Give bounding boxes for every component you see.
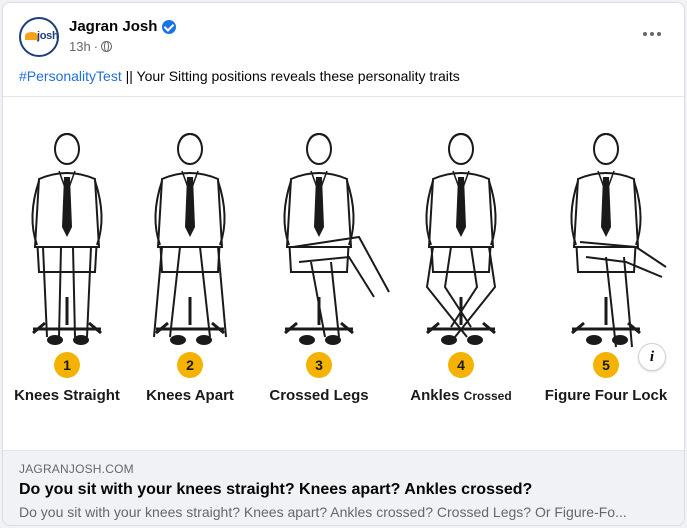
post-meta: 13h · — [69, 39, 113, 54]
position-label-main: Crossed Legs — [269, 387, 368, 404]
position-label-main: Ankles — [410, 387, 463, 404]
position-label: Knees Apart — [146, 387, 234, 404]
page-name-link[interactable]: Jagran Josh — [69, 18, 157, 35]
shoe — [196, 335, 212, 345]
link-domain: JAGRANJOSH.COM — [19, 462, 134, 476]
position-label-main: Knees Straight — [14, 387, 120, 404]
meta-separator: · — [93, 39, 99, 54]
position-label: Ankles Crossed — [410, 387, 511, 404]
caption-text: || Your Sitting positions reveals these … — [121, 68, 460, 84]
figure-3: 3 Crossed Legs — [269, 133, 390, 404]
shoe — [467, 335, 483, 345]
shoe — [47, 335, 63, 345]
hashtag-link[interactable]: #PersonalityTest — [19, 68, 122, 84]
link-title[interactable]: Do you sit with your knees straight? Kne… — [19, 481, 532, 499]
position-number: 1 — [63, 357, 71, 373]
shoe — [73, 335, 89, 345]
figure-4: 4 Ankles Crossed — [410, 133, 512, 404]
post-card: josh Jagran Josh 13h · #PersonalityTest … — [2, 2, 685, 526]
position-number: 4 — [457, 357, 465, 373]
shoe — [299, 335, 315, 345]
position-number: 5 — [602, 357, 610, 373]
link-description: Do you sit with your knees straight? Kne… — [19, 504, 627, 520]
verified-badge-icon — [162, 19, 177, 34]
shoe — [441, 335, 457, 345]
post-image[interactable]: 1 Knees Straight 2 Knees Apart 3 Crossed Legs… — [3, 96, 684, 450]
shoe — [612, 335, 628, 345]
page-avatar[interactable]: josh — [19, 17, 59, 57]
shoe — [586, 335, 602, 345]
post-caption: #PersonalityTest || Your Sitting positio… — [19, 66, 668, 86]
position-label-small: Crossed — [464, 389, 512, 403]
position-label: Knees Straight — [14, 387, 120, 404]
more-options-button[interactable] — [638, 23, 666, 45]
shoe — [170, 335, 186, 345]
figure-2: 2 Knees Apart — [146, 133, 234, 404]
info-icon[interactable]: i — [638, 343, 666, 371]
position-label: Figure Four Lock — [545, 387, 668, 404]
more-options-icon — [643, 32, 647, 36]
position-number: 3 — [315, 357, 323, 373]
link-preview[interactable]: JAGRANJOSH.COM Do you sit with your knee… — [3, 450, 684, 525]
shoe — [325, 335, 341, 345]
page-name-row: Jagran Josh — [69, 18, 177, 35]
avatar-logo-text: josh — [37, 30, 59, 42]
position-label: Crossed Legs — [269, 387, 368, 404]
figure-1: 1 Knees Straight — [14, 133, 120, 404]
position-label-main: Figure Four Lock — [545, 387, 668, 404]
sitting-positions-illustration: 1 Knees Straight 2 Knees Apart 3 Crossed Legs… — [14, 133, 668, 404]
post-header: josh Jagran Josh 13h · — [17, 15, 670, 59]
globe-icon[interactable] — [101, 41, 113, 52]
position-label-main: Knees Apart — [146, 387, 234, 404]
post-timestamp[interactable]: 13h — [69, 39, 91, 54]
position-number: 2 — [186, 357, 194, 373]
